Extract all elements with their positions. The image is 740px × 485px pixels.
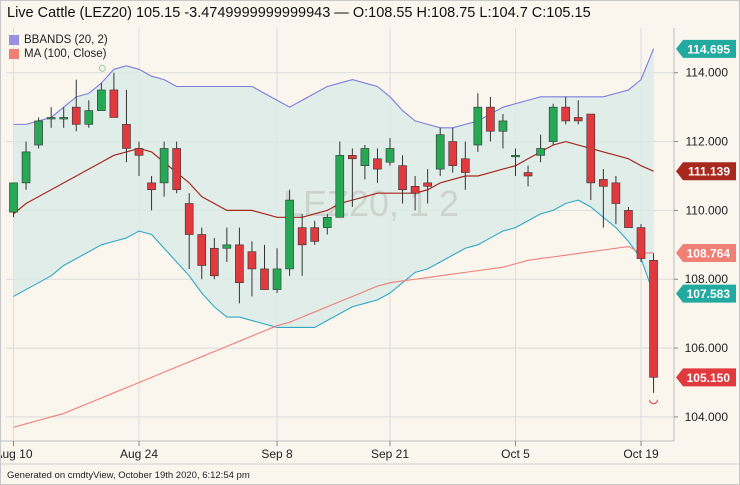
candle-body <box>272 268 282 290</box>
candle <box>285 189 294 276</box>
candle-body <box>335 155 345 218</box>
candle-body <box>473 106 483 146</box>
candlestick-chart[interactable]: LEZ20, 1 2 104.000 106.000 108.000 110.000 11… <box>1 1 739 484</box>
legend-item-ma[interactable]: MA (100, Close) <box>9 47 108 61</box>
price-tag-label: 114.695 <box>687 42 730 56</box>
watermark-text: LEZ20, 1 2 <box>283 183 459 224</box>
candle-body <box>297 227 307 246</box>
candle-body <box>9 182 18 213</box>
price-tick-label: 110.000 <box>686 203 729 217</box>
candle <box>548 103 558 146</box>
time-tick-label: Sep 21 <box>371 447 409 461</box>
candle-body <box>34 120 43 146</box>
candle-body <box>97 89 106 111</box>
candle-body <box>348 155 357 160</box>
candle <box>636 224 646 263</box>
candle-body <box>561 106 571 122</box>
legend-label-bbands: BBANDS (20, 2) <box>24 34 108 46</box>
time-tick-label: Oct 19 <box>623 447 659 461</box>
price-tick-label: 112.000 <box>686 135 729 149</box>
candle-body <box>285 199 294 270</box>
candle <box>435 127 445 176</box>
price-tick-label: 114.000 <box>686 66 729 80</box>
candle-body <box>536 148 545 156</box>
candle-body <box>385 148 395 163</box>
candle-body <box>548 106 558 142</box>
candle-body <box>435 134 445 170</box>
candle-body <box>197 234 207 266</box>
candle-body <box>109 89 119 118</box>
legend-label-ma: MA (100, Close) <box>24 48 107 60</box>
legend: BBANDS (20, 2) MA (100, Close) <box>9 33 108 61</box>
legend-swatch-bbands <box>9 35 19 45</box>
candle-body <box>624 210 633 228</box>
time-tick-label: Aug 24 <box>120 447 158 461</box>
candle-body <box>59 117 69 120</box>
legend-item-bbands[interactable]: BBANDS (20, 2) <box>9 33 108 47</box>
price-tag: 108.764 <box>676 243 736 262</box>
candle-body <box>486 106 495 132</box>
candle <box>9 182 18 218</box>
chart-title: Live Cattle (LEZ20) 105.15 -3.4749999999… <box>7 5 591 21</box>
candle-body <box>222 244 232 249</box>
candle-body <box>373 158 382 170</box>
candle-body <box>122 124 131 149</box>
legend-swatch-ma <box>9 49 19 59</box>
price-tag-label: 108.764 <box>687 246 731 260</box>
candle-body <box>21 151 31 184</box>
candle-body <box>147 182 156 191</box>
candle-body <box>210 247 219 277</box>
candle-body <box>134 148 144 156</box>
candle-body <box>460 158 470 173</box>
candle-body <box>184 203 194 235</box>
candle-body <box>247 251 257 270</box>
candle-body <box>172 148 181 191</box>
candle-body <box>159 148 169 184</box>
candle-body <box>71 106 81 125</box>
candle-body <box>310 227 320 242</box>
price-tick-label: 104.000 <box>685 410 729 424</box>
time-tick-label: Sep 8 <box>261 447 293 461</box>
time-tick-label: Oct 5 <box>501 447 530 461</box>
candle <box>649 253 658 393</box>
time-tick-label: Aug 10 <box>1 447 33 461</box>
price-tag-label: 105.150 <box>687 371 731 385</box>
candle-body <box>235 244 244 283</box>
candle-body <box>398 165 407 191</box>
candle-body <box>84 110 94 125</box>
candle-body <box>423 182 432 187</box>
candle-body <box>360 148 370 166</box>
candle-body <box>573 117 583 122</box>
candle-body <box>448 141 458 166</box>
price-tag-label: 111.139 <box>688 165 730 179</box>
price-tag: 105.150 <box>676 368 736 387</box>
candle <box>172 141 181 194</box>
candle-body <box>46 117 56 120</box>
candle-body <box>636 227 646 259</box>
price-tick-label: 106.000 <box>685 341 729 355</box>
candle-body <box>523 172 533 177</box>
footer-generated: Generated on cmdtyView, October 19th 202… <box>7 470 250 481</box>
candle-body <box>498 120 508 132</box>
price-tick-label: 108.000 <box>685 272 729 286</box>
candle-body <box>586 113 596 184</box>
candle-body <box>260 268 269 290</box>
candle-body <box>410 186 420 194</box>
candle-body <box>649 260 658 378</box>
candle <box>34 117 43 149</box>
price-tag-label: 107.583 <box>687 287 731 301</box>
chart-frame: LEZ20, 1 2 104.000 106.000 108.000 110.000 11… <box>0 0 740 485</box>
price-tag: 107.583 <box>676 284 736 303</box>
candle-body <box>511 155 520 158</box>
price-tag: 114.695 <box>676 39 736 58</box>
candle-body <box>611 182 621 204</box>
candle-body <box>322 216 332 228</box>
candle-body <box>599 179 608 187</box>
price-tag: 111.139 <box>676 162 736 181</box>
